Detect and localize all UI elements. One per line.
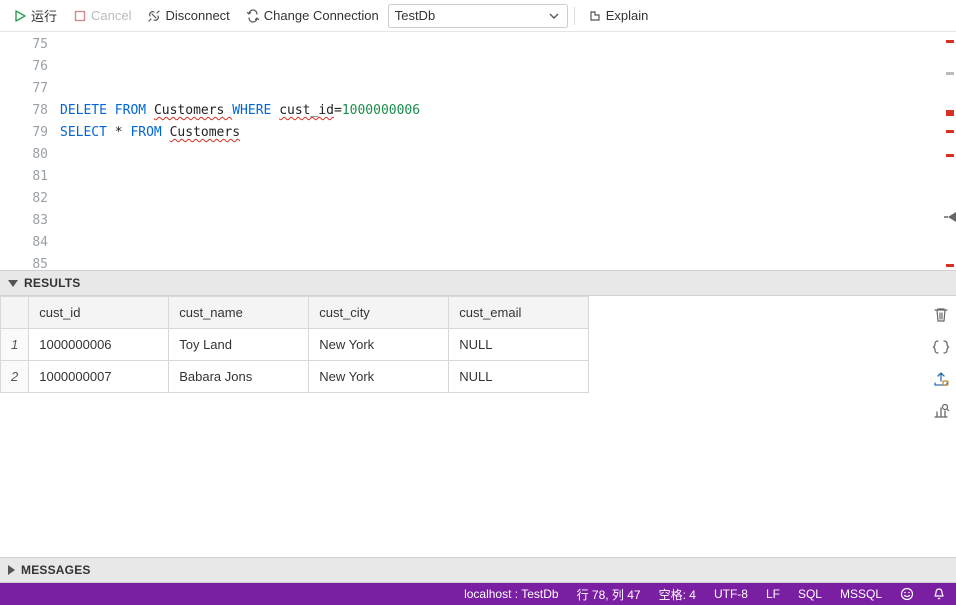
table-cell[interactable]: Babara Jons	[169, 361, 309, 393]
table-row[interactable]: 21000000007Babara JonsNew YorkNULL	[1, 361, 589, 393]
messages-panel-header[interactable]: MESSAGES	[0, 557, 956, 583]
error-marker[interactable]	[946, 154, 954, 157]
run-label: 运行	[31, 6, 57, 25]
chevron-down-icon	[547, 9, 561, 23]
connection-select[interactable]: TestDb	[388, 4, 568, 28]
table-cell[interactable]: NULL	[449, 329, 589, 361]
table-row[interactable]: 11000000006Toy LandNew YorkNULL	[1, 329, 589, 361]
collapse-right-icon	[8, 565, 15, 575]
toolbar: 运行 Cancel Disconnect Change Connection T…	[0, 0, 956, 32]
code-line[interactable]	[60, 166, 956, 188]
status-eol[interactable]: LF	[766, 587, 780, 601]
chart-icon[interactable]	[932, 402, 950, 420]
table-cell[interactable]: New York	[309, 361, 449, 393]
table-cell[interactable]: 1000000007	[29, 361, 169, 393]
code-line[interactable]	[60, 210, 956, 232]
results-table: cust_idcust_namecust_citycust_email 1100…	[0, 296, 589, 393]
results-side-tools	[926, 296, 956, 557]
code-line[interactable]: DELETE FROM Customers WHERE cust_id=1000…	[60, 100, 956, 122]
json-icon[interactable]	[932, 338, 950, 356]
error-marker[interactable]	[946, 40, 954, 43]
table-cell[interactable]: Toy Land	[169, 329, 309, 361]
table-cell[interactable]: 1000000006	[29, 329, 169, 361]
play-icon	[13, 9, 27, 23]
marker-rail	[944, 32, 956, 270]
code-line[interactable]	[60, 144, 956, 166]
code-line[interactable]	[60, 78, 956, 100]
status-indent[interactable]: 空格: 4	[659, 586, 696, 603]
explain-icon	[588, 9, 602, 23]
cancel-label: Cancel	[91, 8, 131, 23]
column-header[interactable]: cust_email	[449, 297, 589, 329]
row-number: 1	[1, 329, 29, 361]
error-marker[interactable]	[946, 130, 954, 133]
smiley-icon[interactable]	[900, 587, 914, 601]
change-connection-icon	[246, 9, 260, 23]
disconnect-label: Disconnect	[165, 8, 229, 23]
results-panel-label: RESULTS	[24, 276, 81, 290]
code-line[interactable]	[60, 188, 956, 210]
column-header[interactable]: cust_id	[29, 297, 169, 329]
row-number: 2	[1, 361, 29, 393]
info-marker[interactable]	[946, 72, 954, 75]
collapse-down-icon	[8, 280, 18, 287]
disconnect-button[interactable]: Disconnect	[140, 5, 236, 26]
table-cell[interactable]: NULL	[449, 361, 589, 393]
editor[interactable]: 7576777879808182838485 DELETE FROM Custo…	[0, 32, 956, 270]
run-button[interactable]: 运行	[6, 3, 64, 28]
code-line[interactable]	[60, 232, 956, 254]
change-connection-label: Change Connection	[264, 8, 379, 23]
connection-select-value: TestDb	[395, 8, 435, 23]
status-dialect[interactable]: MSSQL	[840, 587, 882, 601]
error-marker[interactable]	[946, 110, 954, 116]
error-marker[interactable]	[946, 264, 954, 267]
code-line[interactable]	[60, 56, 956, 78]
code-area[interactable]: DELETE FROM Customers WHERE cust_id=1000…	[60, 32, 956, 270]
messages-panel-label: MESSAGES	[21, 563, 91, 577]
status-encoding[interactable]: UTF-8	[714, 587, 748, 601]
trash-icon[interactable]	[932, 306, 950, 324]
export-icon[interactable]	[932, 370, 950, 388]
disconnect-icon	[147, 9, 161, 23]
code-line[interactable]	[60, 254, 956, 276]
column-header[interactable]: cust_name	[169, 297, 309, 329]
table-corner	[1, 297, 29, 329]
cursor-marker[interactable]	[944, 210, 956, 220]
explain-label: Explain	[606, 8, 649, 23]
results-area: cust_idcust_namecust_citycust_email 1100…	[0, 296, 956, 557]
line-number-gutter: 7576777879808182838485	[0, 32, 60, 270]
stop-icon	[73, 9, 87, 23]
cancel-button[interactable]: Cancel	[66, 5, 138, 26]
status-cursor-position[interactable]: 行 78, 列 47	[577, 586, 641, 603]
status-connection[interactable]: localhost : TestDb	[464, 587, 559, 601]
column-header[interactable]: cust_city	[309, 297, 449, 329]
table-cell[interactable]: New York	[309, 329, 449, 361]
change-connection-button[interactable]: Change Connection	[239, 5, 386, 26]
status-language[interactable]: SQL	[798, 587, 822, 601]
toolbar-separator	[574, 7, 575, 25]
bell-icon[interactable]	[932, 587, 946, 601]
code-line[interactable]	[60, 34, 956, 56]
explain-button[interactable]: Explain	[581, 5, 656, 26]
results-table-wrap[interactable]: cust_idcust_namecust_citycust_email 1100…	[0, 296, 926, 557]
status-bar: localhost : TestDb 行 78, 列 47 空格: 4 UTF-…	[0, 583, 956, 605]
code-line[interactable]: SELECT * FROM Customers	[60, 122, 956, 144]
